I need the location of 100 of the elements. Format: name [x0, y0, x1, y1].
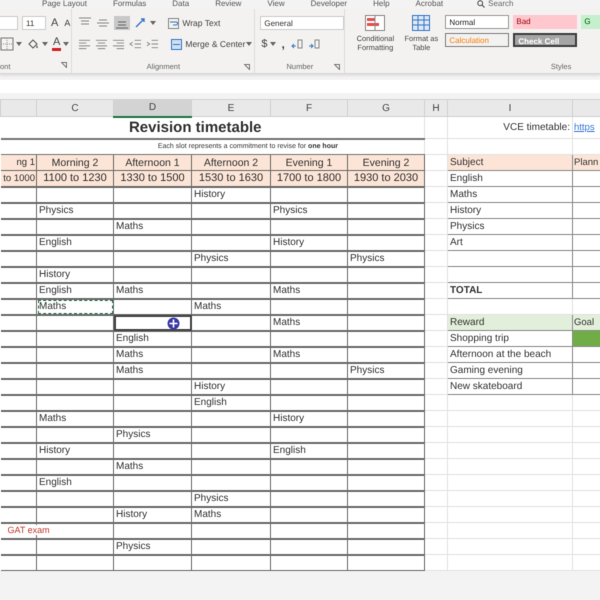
cursor-icon: [167, 316, 180, 330]
conditional-formatting-icon: [365, 15, 386, 31]
table-header-cell: to 1000: [0, 170, 36, 186]
table-cell: History: [448, 202, 572, 218]
table-cell: Maths: [114, 458, 192, 474]
caret-icon: [42, 42, 48, 46]
align-left-icon: [78, 38, 92, 50]
table-header-cell: Afternoon 2: [192, 154, 270, 170]
exam-label: GAT exam: [6, 525, 51, 535]
table-cell: Physics: [114, 426, 192, 442]
wrap-text-button[interactable]: Wrap Text: [166, 18, 222, 28]
table-header-cell: ng 1: [0, 154, 36, 170]
table-cell: Physics: [36, 202, 114, 218]
table-cell: Maths: [114, 346, 192, 362]
align-middle-icon: [96, 17, 110, 29]
table-cell: History: [192, 186, 270, 202]
fill-color-icon: [26, 37, 40, 51]
table-format-icon: [412, 15, 430, 31]
table-header-cell: Evening 1: [270, 154, 348, 170]
decimal-decrease-icon: [306, 38, 320, 50]
caret-icon: [63, 42, 70, 46]
table-cell: TOTAL: [448, 282, 572, 298]
table-cell: Maths: [114, 362, 192, 378]
column-header[interactable]: D: [114, 100, 192, 116]
caret-icon: [150, 21, 156, 25]
font-name-field[interactable]: [0, 16, 18, 30]
dialog-launcher-icon[interactable]: [61, 62, 68, 68]
table-header-cell: Evening 2: [348, 154, 424, 170]
table-cell: English: [192, 394, 270, 410]
currency-button[interactable]: $: [260, 38, 268, 50]
table-cell: Physics: [348, 250, 424, 266]
search-field[interactable]: Search: [477, 0, 514, 8]
column-header[interactable]: G: [348, 100, 424, 116]
table-cell: History: [114, 506, 192, 522]
table-cell: History: [270, 410, 348, 426]
table-header-cell: Subject: [448, 154, 572, 170]
table-cell: English: [36, 282, 114, 298]
decimal-increase-icon: [290, 38, 303, 50]
merge-center-button[interactable]: Merge & Center: [169, 38, 254, 50]
table-header-cell: Plann: [572, 154, 600, 170]
align-center-icon: [95, 38, 108, 50]
table-cell: Shopping trip: [448, 330, 572, 346]
table-cell: History: [36, 266, 114, 282]
column-header[interactable]: C: [36, 100, 114, 116]
cell-style[interactable]: Bad: [513, 15, 578, 29]
column-header[interactable]: F: [270, 100, 348, 116]
table-cell: English: [270, 442, 348, 458]
font-size-field[interactable]: 11: [22, 16, 46, 30]
cell-style[interactable]: Normal: [445, 15, 510, 29]
column-header[interactable]: E: [192, 100, 270, 116]
table-cell: Art: [448, 234, 572, 250]
cell-style[interactable]: G: [581, 15, 600, 29]
menu-tab[interactable]: Data: [172, 0, 190, 8]
indent-increase-icon: [146, 38, 160, 50]
align-right-icon: [112, 38, 126, 50]
caret-icon: [270, 42, 276, 46]
table-header-cell: Goal: [572, 314, 600, 330]
shrink-font-button[interactable]: A: [63, 18, 72, 28]
table-cell: English: [36, 474, 114, 490]
table-cell: Physics: [192, 490, 270, 506]
grow-font-button[interactable]: A: [50, 18, 60, 28]
table-cell: History: [192, 378, 270, 394]
table-cell: Maths: [192, 298, 270, 314]
font-color-button[interactable]: A: [52, 37, 62, 51]
table-cell: History: [36, 442, 114, 458]
table-cell: Physics: [114, 538, 192, 554]
menu-tab[interactable]: Acrobat: [416, 0, 444, 8]
menu-tab[interactable]: Formulas: [112, 0, 146, 8]
dialog-launcher-icon[interactable]: [334, 64, 340, 70]
table-cell: Physics: [448, 218, 572, 234]
align-bottom-icon: [114, 16, 130, 30]
link-label: VCE timetable:: [448, 116, 572, 138]
table-cell: Maths: [36, 410, 114, 426]
merge-icon: [171, 38, 182, 50]
table-header-cell: Reward: [448, 314, 572, 330]
table-header-cell: Afternoon 1: [114, 154, 192, 170]
column-header[interactable]: I: [448, 100, 572, 116]
table-cell: Maths: [114, 282, 192, 298]
table-header-cell: 1530 to 1630: [192, 170, 270, 186]
borders-icon: [0, 37, 14, 51]
table-cell: Physics: [192, 250, 270, 266]
menu-tab[interactable]: Developer: [310, 0, 348, 8]
table-cell: New skateboard: [448, 378, 572, 394]
table-header-cell: Morning 2: [36, 154, 114, 170]
comma-style-button[interactable]: ,: [280, 38, 286, 50]
table-cell: Maths: [270, 346, 348, 362]
dialog-launcher-icon[interactable]: [244, 64, 250, 70]
caret-icon: [246, 42, 252, 46]
menu-tab[interactable]: Review: [215, 0, 242, 8]
wrap-text-icon: [168, 18, 180, 28]
menu-tab[interactable]: Page Layout: [42, 0, 87, 8]
table-cell: Maths: [270, 282, 348, 298]
table-cell: English: [448, 170, 572, 186]
menu-tab[interactable]: View: [267, 0, 285, 8]
number-format-field[interactable]: General: [260, 16, 344, 30]
column-header[interactable]: H: [424, 100, 448, 116]
copied-cell: Maths: [36, 298, 114, 314]
table-cell: English: [36, 234, 114, 250]
table-header-cell: 1330 to 1500: [114, 170, 192, 186]
menu-tab[interactable]: Help: [373, 0, 390, 8]
